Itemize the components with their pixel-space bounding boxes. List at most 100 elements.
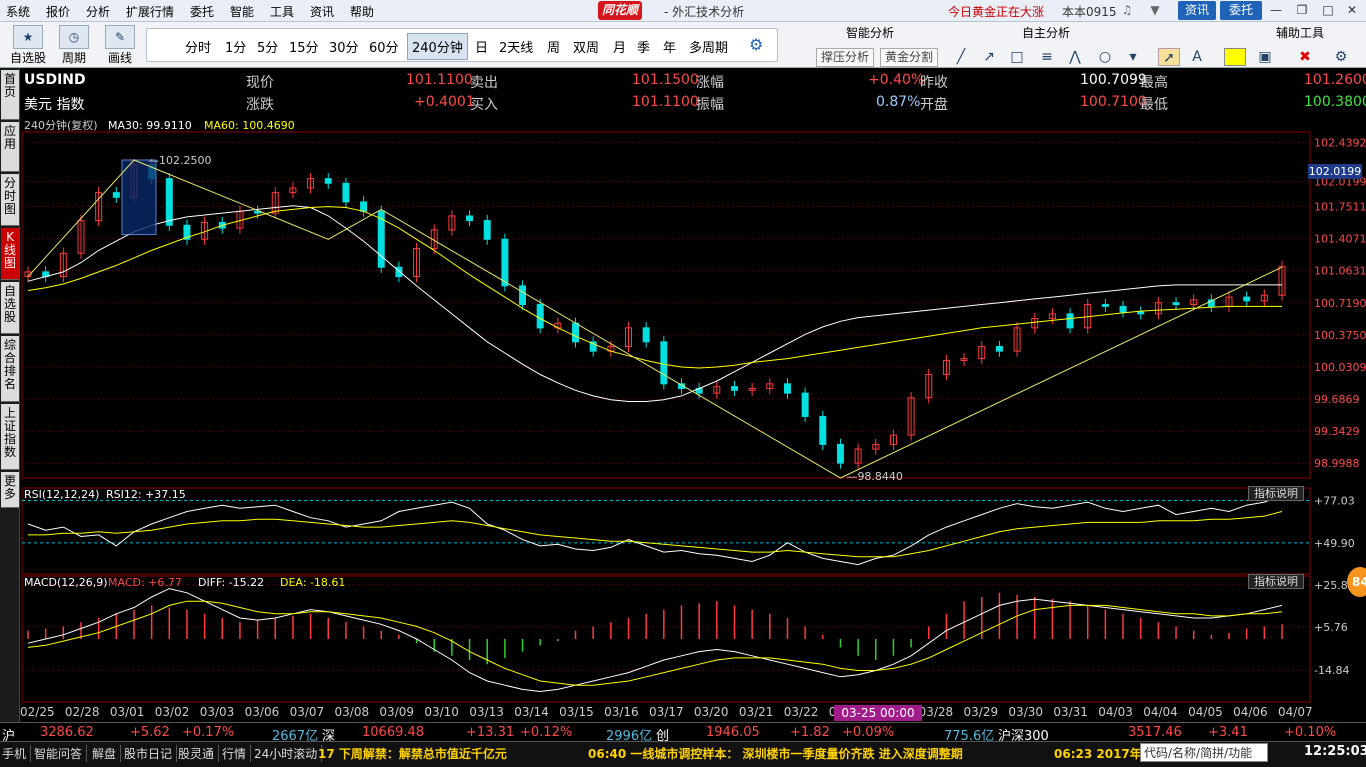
wave-icon[interactable]: ⋀ xyxy=(1064,48,1086,66)
period-5m[interactable]: 5分 xyxy=(257,37,278,56)
sz-value[interactable]: 10669.48 xyxy=(362,725,424,740)
more-icon[interactable]: ▾ xyxy=(1122,48,1144,66)
status-diary[interactable]: 股市日记 xyxy=(124,745,178,762)
menu-quote[interactable]: 报价 xyxy=(46,3,70,20)
label-ask: 卖出 xyxy=(470,75,498,91)
promo-link[interactable]: 今日黄金正在大涨 xyxy=(948,3,1044,20)
chart-svg[interactable]: 102.4392 102.0199 101.7511 101.4071 101.0631… xyxy=(20,116,1366,706)
status-analysis[interactable]: 解盘 xyxy=(92,745,122,762)
news-ticker-3[interactable]: 06:23 2017年 xyxy=(1054,745,1142,762)
status-24h-scroll[interactable]: 24小时滚动 xyxy=(254,745,323,762)
maximize-icon[interactable]: □ xyxy=(1318,2,1338,19)
ray-icon[interactable]: ↗ xyxy=(978,48,1000,66)
restore-icon[interactable]: ❐ xyxy=(1292,2,1312,19)
tab-more[interactable]: 更多 xyxy=(1,472,19,508)
status-stock-alert[interactable]: 股灵通 xyxy=(178,745,220,762)
rect-icon[interactable]: □ xyxy=(1006,48,1028,66)
tab-ranking[interactable]: 综合排名 xyxy=(1,336,19,402)
period-60m[interactable]: 60分 xyxy=(369,37,399,56)
value-high: 101.2600 xyxy=(1304,72,1366,88)
high-highlight-box xyxy=(121,159,157,236)
news-ticker-2[interactable]: 06:40 一线城市调控样本： 深圳楼市一季度量价齐跌 进入深度调整期 xyxy=(588,745,963,762)
value-change-pct: +0.40% xyxy=(868,72,925,88)
news-button[interactable]: 资讯 xyxy=(1178,1,1216,20)
period-week[interactable]: 周 xyxy=(547,37,560,56)
diff-value: DIFF: -15.22 xyxy=(198,576,264,589)
candle-body xyxy=(1101,304,1109,307)
text-icon[interactable]: A xyxy=(1186,48,1208,66)
menu-tools[interactable]: 工具 xyxy=(270,3,294,20)
cy-value[interactable]: 1946.05 xyxy=(706,725,760,740)
period-quarter[interactable]: 季 xyxy=(637,37,650,56)
menu-smart[interactable]: 智能 xyxy=(230,3,254,20)
period-biweek[interactable]: 双周 xyxy=(573,37,599,56)
period-30m[interactable]: 30分 xyxy=(329,37,359,56)
menu-analysis[interactable]: 分析 xyxy=(86,3,110,20)
line-icon[interactable]: ╱ xyxy=(950,48,972,66)
macd-tick-label: -14.84 xyxy=(1314,664,1349,677)
hs300-value[interactable]: 3517.46 xyxy=(1128,725,1182,740)
period-year[interactable]: 年 xyxy=(663,37,676,56)
rsi-tick-label: +77.03 xyxy=(1314,494,1355,507)
value-low: 100.3800 xyxy=(1304,94,1366,110)
menu-help[interactable]: 帮助 xyxy=(350,3,374,20)
save-icon[interactable]: ▣ xyxy=(1254,48,1276,66)
color-swatch[interactable] xyxy=(1224,48,1246,66)
watchlist-tool[interactable]: ★ 自选股 xyxy=(8,25,48,66)
status-market[interactable]: 行情 xyxy=(222,745,252,762)
draw-tool[interactable]: ✎ 画线 xyxy=(100,25,140,66)
sh-pct: +0.17% xyxy=(182,725,235,740)
status-qa[interactable]: 智能问答 xyxy=(34,745,88,762)
gear-icon[interactable]: ⚙ xyxy=(749,35,763,54)
clock: 12:25:03 xyxy=(1304,744,1366,759)
macd-panel-border xyxy=(21,575,1311,703)
date-label: 03/30 xyxy=(1008,705,1044,719)
cursor-icon[interactable]: ➚ xyxy=(1158,48,1180,66)
macd-help-button[interactable]: 指标说明 xyxy=(1248,574,1304,589)
tab-intraday[interactable]: 分时图 xyxy=(1,174,19,226)
settings-icon[interactable]: ⚙ xyxy=(1330,48,1352,66)
tab-watchlist[interactable]: 自选股 xyxy=(1,282,19,334)
ellipse-icon[interactable]: ○ xyxy=(1094,48,1116,66)
period-tool[interactable]: ◷ 周期 xyxy=(54,25,94,66)
support-resistance-button[interactable]: 撑压分析 xyxy=(816,48,875,67)
close-icon[interactable]: ✕ xyxy=(1342,2,1362,19)
menu-news[interactable]: 资讯 xyxy=(310,3,334,20)
tab-apps[interactable]: 应用 xyxy=(1,122,19,172)
minimize-icon[interactable]: — xyxy=(1266,2,1286,19)
rsi-value: RSI12: +37.15 xyxy=(106,488,186,501)
sh-value[interactable]: 3286.62 xyxy=(40,725,94,740)
candle-body xyxy=(165,178,173,226)
tab-sh-index[interactable]: 上证指数 xyxy=(1,404,19,470)
golden-section-button[interactable]: 黄金分割 xyxy=(880,48,939,67)
tool-label: 周期 xyxy=(61,51,86,65)
period-2day[interactable]: 2天线 xyxy=(499,37,533,56)
period-240m[interactable]: 240分钟 xyxy=(407,33,468,60)
menu-trade[interactable]: 委托 xyxy=(190,3,214,20)
floating-badge[interactable]: 84 xyxy=(1347,567,1366,597)
period-month[interactable]: 月 xyxy=(613,37,626,56)
menu-extended[interactable]: 扩展行情 xyxy=(126,3,174,20)
period-day[interactable]: 日 xyxy=(475,37,488,56)
date-label: 03/06 xyxy=(244,705,280,719)
shirt-icon[interactable]: ▼ xyxy=(1146,2,1164,19)
bell-icon[interactable]: ♫ xyxy=(1118,2,1136,19)
period-1m[interactable]: 1分 xyxy=(225,37,246,56)
candle-body xyxy=(519,285,527,306)
menu-system[interactable]: 系统 xyxy=(6,3,30,20)
delete-icon[interactable]: ✖ xyxy=(1294,48,1316,66)
status-mobile[interactable]: 手机 xyxy=(2,745,32,762)
period-15m[interactable]: 15分 xyxy=(289,37,319,56)
code-search-input[interactable]: 代码/名称/简拼/功能 xyxy=(1140,743,1268,762)
news-ticker-1[interactable]: 17 下周解禁：解禁总市值近千亿元 xyxy=(318,745,507,762)
period-multi[interactable]: 多周期 xyxy=(689,37,728,56)
date-label: 03/08 xyxy=(334,705,370,719)
rsi-help-button[interactable]: 指标说明 xyxy=(1248,486,1304,501)
tab-kline[interactable]: K线图 xyxy=(1,228,19,280)
trade-button[interactable]: 委托 xyxy=(1220,1,1262,20)
candle-body xyxy=(783,383,791,394)
tab-home[interactable]: 首页 xyxy=(1,70,19,120)
chart-area[interactable]: 102.4392 102.0199 101.7511 101.4071 101.0631… xyxy=(20,116,1366,706)
period-intraday[interactable]: 分时 xyxy=(185,37,211,56)
channel-icon[interactable]: ≡ xyxy=(1036,48,1058,66)
